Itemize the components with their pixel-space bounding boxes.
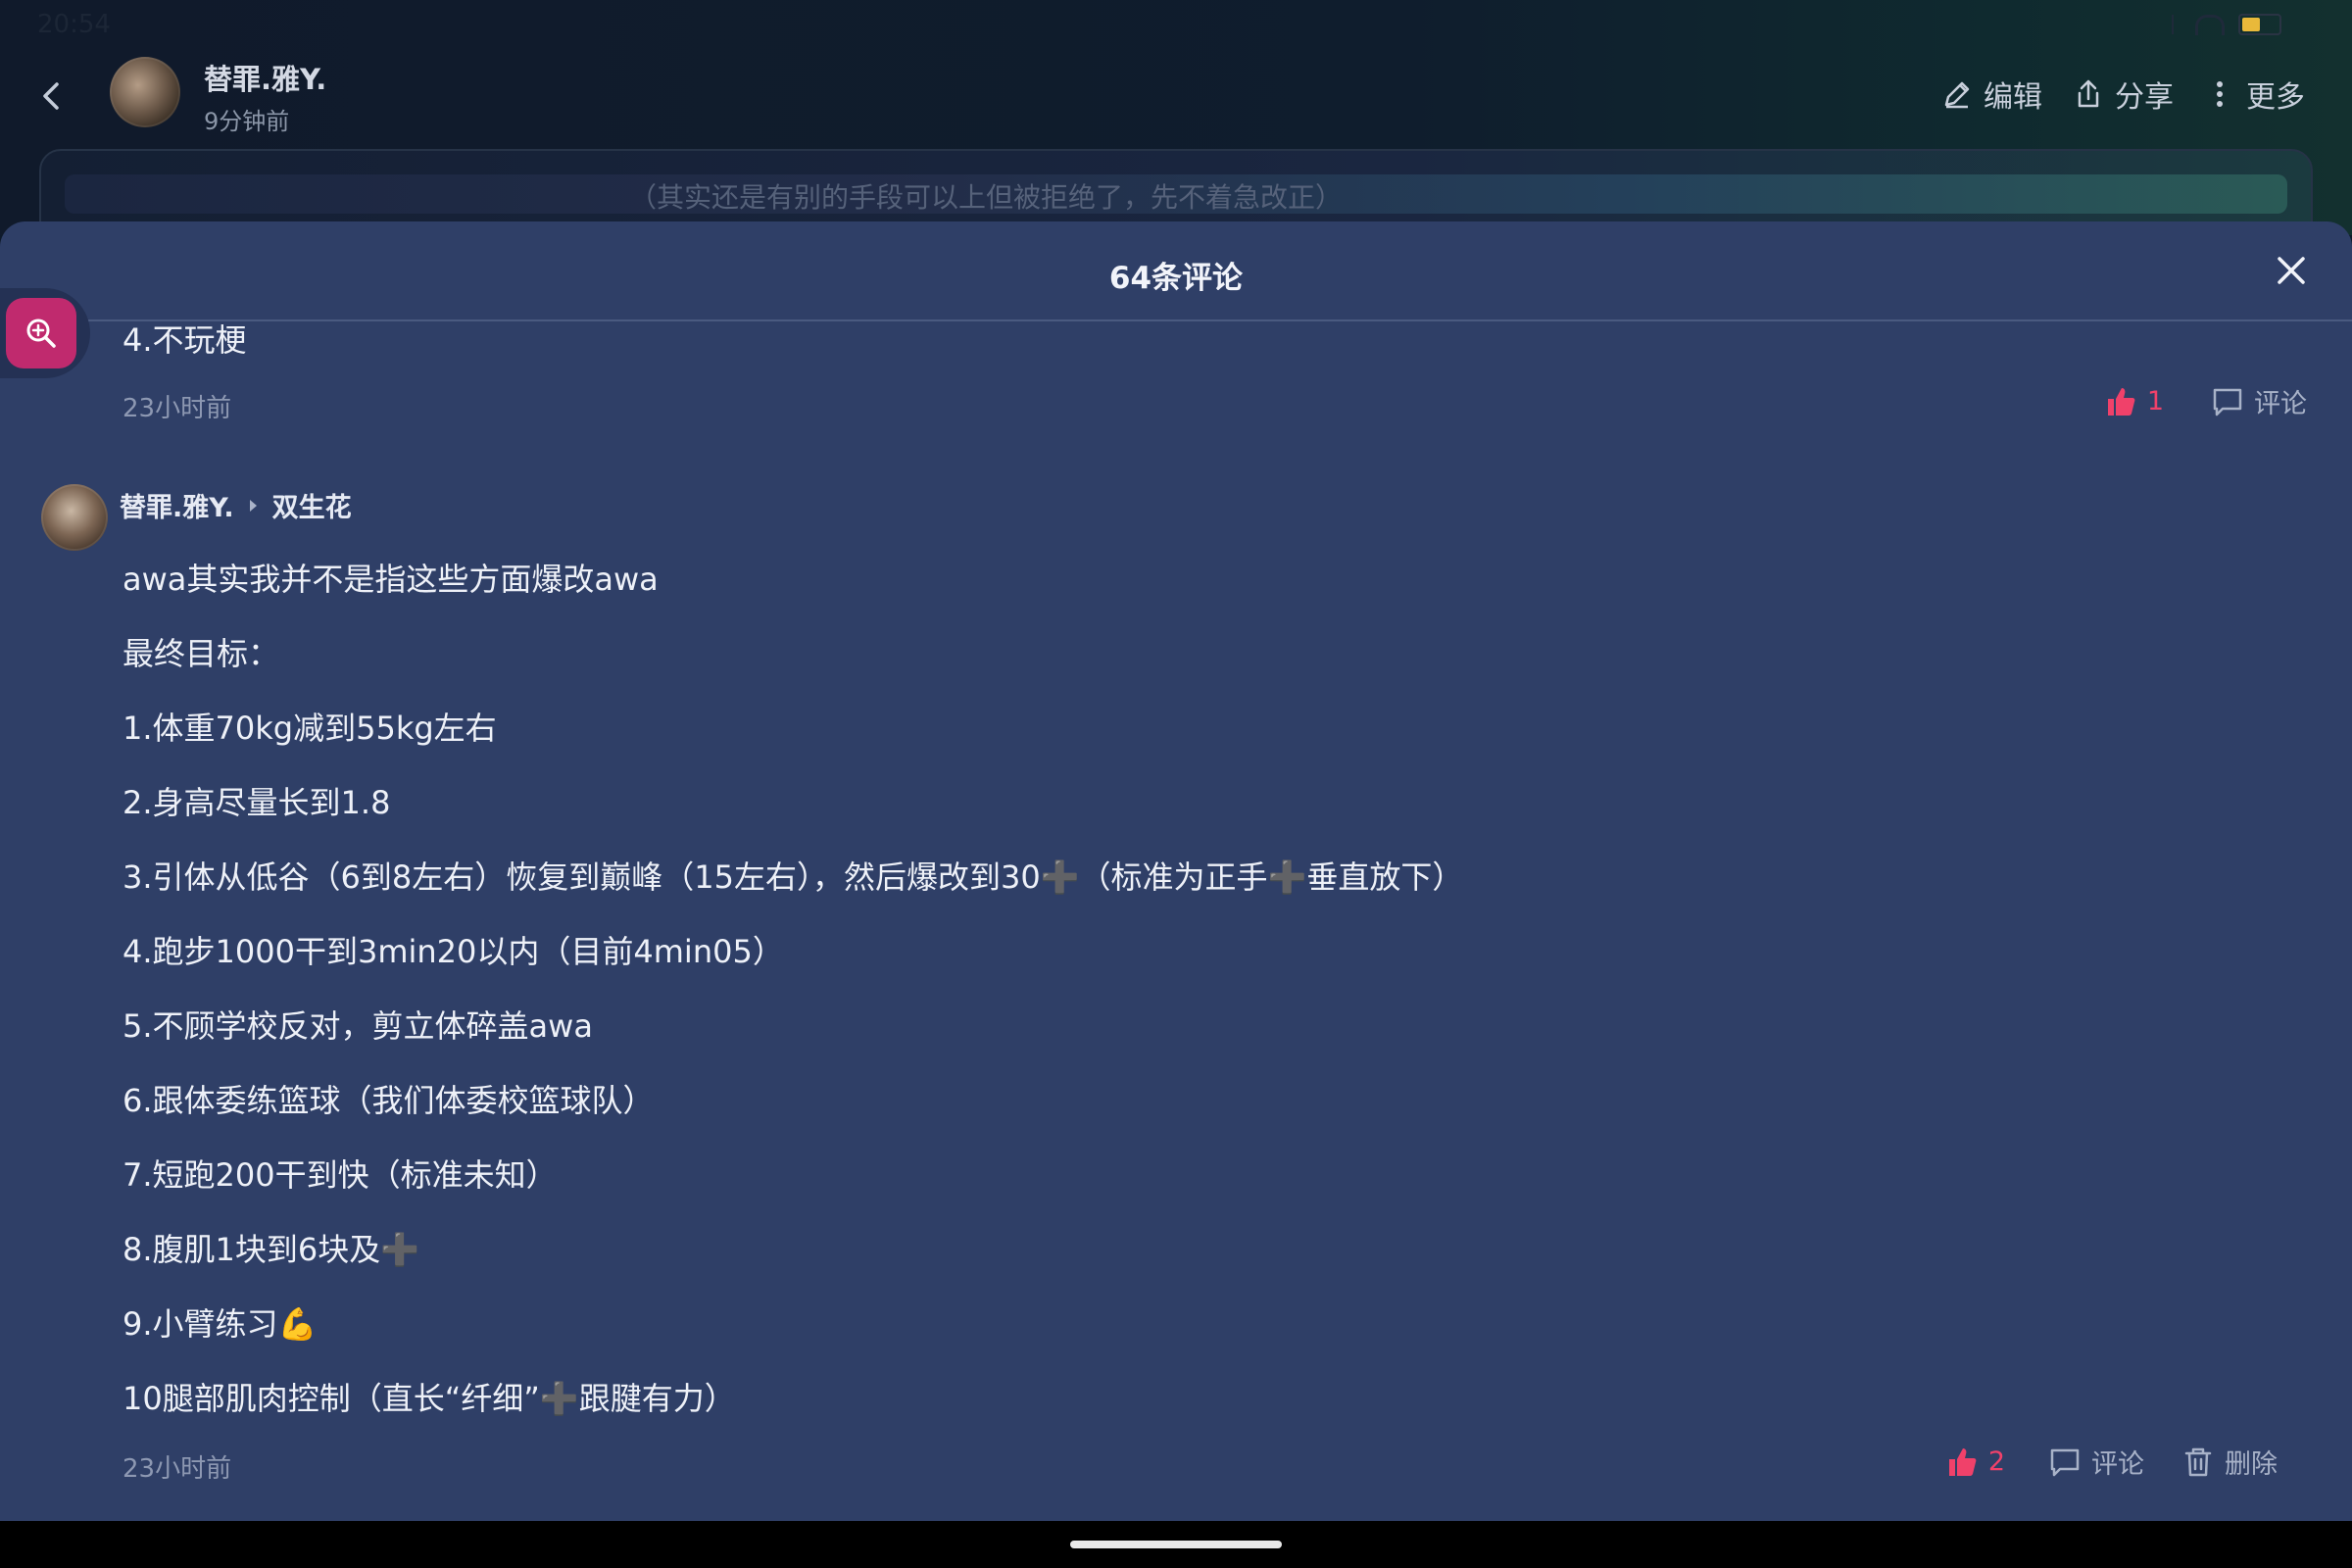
reply-author-avatar[interactable]: [41, 484, 108, 551]
edit-button[interactable]: 编辑: [1940, 73, 2042, 116]
top-actions: 编辑 分享 更多: [1940, 73, 2305, 116]
share-icon: [2078, 79, 2099, 108]
thumbs-up-icon: [2107, 387, 2135, 416]
reply-label: 评论: [2254, 389, 2307, 419]
reply-target-name[interactable]: 双生花: [272, 486, 352, 524]
pencil-icon: [1944, 81, 1970, 109]
reply-label: 评论: [2091, 1449, 2144, 1480]
zoom-button-bg: [6, 298, 76, 368]
reply-button[interactable]: 评论: [2211, 382, 2307, 420]
zoom-float-button[interactable]: [0, 288, 90, 378]
reply-line: 7.短跑200干到快（标准未知）: [122, 1156, 558, 1194]
author-avatar[interactable]: [110, 57, 180, 127]
comment-icon: [2213, 388, 2242, 416]
share-label: 分享: [2115, 80, 2174, 115]
reply-line: 1.体重70kg减到55kg左右: [122, 710, 497, 747]
reply-arrow-icon: [249, 499, 257, 512]
sheet-header: 64条评论: [0, 221, 2352, 321]
more-button[interactable]: 更多: [2203, 73, 2305, 116]
reply-line: 5.不顾学校反对，剪立体碎盖awa: [122, 1007, 593, 1045]
more-vertical-icon: [2217, 81, 2223, 107]
comment-icon: [2050, 1448, 2080, 1476]
comments-title: 64条评论: [1108, 261, 1244, 296]
close-icon: [2278, 257, 2305, 284]
comment-time: 23小时前: [122, 394, 232, 423]
edit-label: 编辑: [1984, 80, 2042, 115]
delete-label: 删除: [2225, 1449, 2278, 1480]
battery-icon: [2238, 14, 2281, 35]
reply-time: 23小时前: [122, 1454, 232, 1484]
reply-author-name[interactable]: 替罪.雅Y.: [120, 486, 234, 524]
reply-line: 3.引体从低谷（6到8左右）恢复到巅峰（15左右），然后爆改到30➕（标准为正手…: [122, 858, 1464, 896]
delete-button[interactable]: 删除: [2181, 1443, 2278, 1481]
more-label: 更多: [2246, 80, 2305, 115]
thumbs-up-icon: [1948, 1447, 1977, 1476]
like-button[interactable]: 1: [2104, 385, 2164, 418]
share-button[interactable]: 分享: [2072, 73, 2174, 116]
reply-line: awa其实我并不是指这些方面爆改awa: [122, 561, 659, 598]
reply-button[interactable]: 评论: [2048, 1443, 2144, 1481]
comment-text-line: 4.不玩梗: [122, 321, 247, 359]
status-icons: [2172, 14, 2281, 35]
close-button[interactable]: [2272, 251, 2311, 290]
reply-line: 2.身高尽量长到1.8: [122, 784, 391, 821]
bluetooth-icon: [2172, 15, 2181, 34]
comment-actions: 1 评论: [2104, 382, 2307, 420]
wifi-icon: [2195, 14, 2225, 35]
like-button[interactable]: 2: [1945, 1446, 2005, 1479]
chevron-left-icon: [43, 82, 59, 110]
navigation-bar: [0, 1521, 2352, 1568]
reply-header: 替罪.雅Y. 双生花: [120, 486, 352, 524]
like-count: 1: [2146, 386, 2164, 416]
reply-line: 10腿部肌肉控制（直长“纤细”➕跟腱有力）: [122, 1380, 736, 1417]
post-peek-text: （其实还是有别的手段可以上但被拒绝了，先不着急改正）: [629, 181, 1344, 214]
like-count: 2: [1987, 1446, 2005, 1477]
author-name[interactable]: 替罪.雅Y.: [204, 57, 326, 98]
zoom-in-icon: [26, 318, 56, 348]
post-time: 9分钟前: [204, 108, 290, 135]
comments-sheet: 64条评论 4.不玩梗 23小时前 1 评论 替罪.雅Y. 双生花 awa其实我…: [0, 221, 2352, 1521]
reply-line: 8.腹肌1块到6块及➕: [122, 1231, 420, 1268]
reply-line: 9.小臂练习💪: [122, 1305, 318, 1343]
trash-icon: [2184, 1447, 2212, 1476]
reply-line: 最终目标：: [122, 635, 280, 672]
home-indicator[interactable]: [1070, 1541, 1282, 1548]
reply-actions: 2 评论 删除: [1945, 1443, 2278, 1481]
status-time: 20:54: [37, 10, 111, 39]
background-page: 20:54 替罪.雅Y. 9分钟前 编辑 分享 更多 （其实还是有别的手段可以上…: [0, 0, 2352, 270]
reply-line: 4.跑步1000干到3min20以内（目前4min05）: [122, 933, 784, 970]
back-button[interactable]: [35, 78, 71, 114]
reply-line: 6.跟体委练篮球（我们体委校篮球队）: [122, 1082, 655, 1119]
